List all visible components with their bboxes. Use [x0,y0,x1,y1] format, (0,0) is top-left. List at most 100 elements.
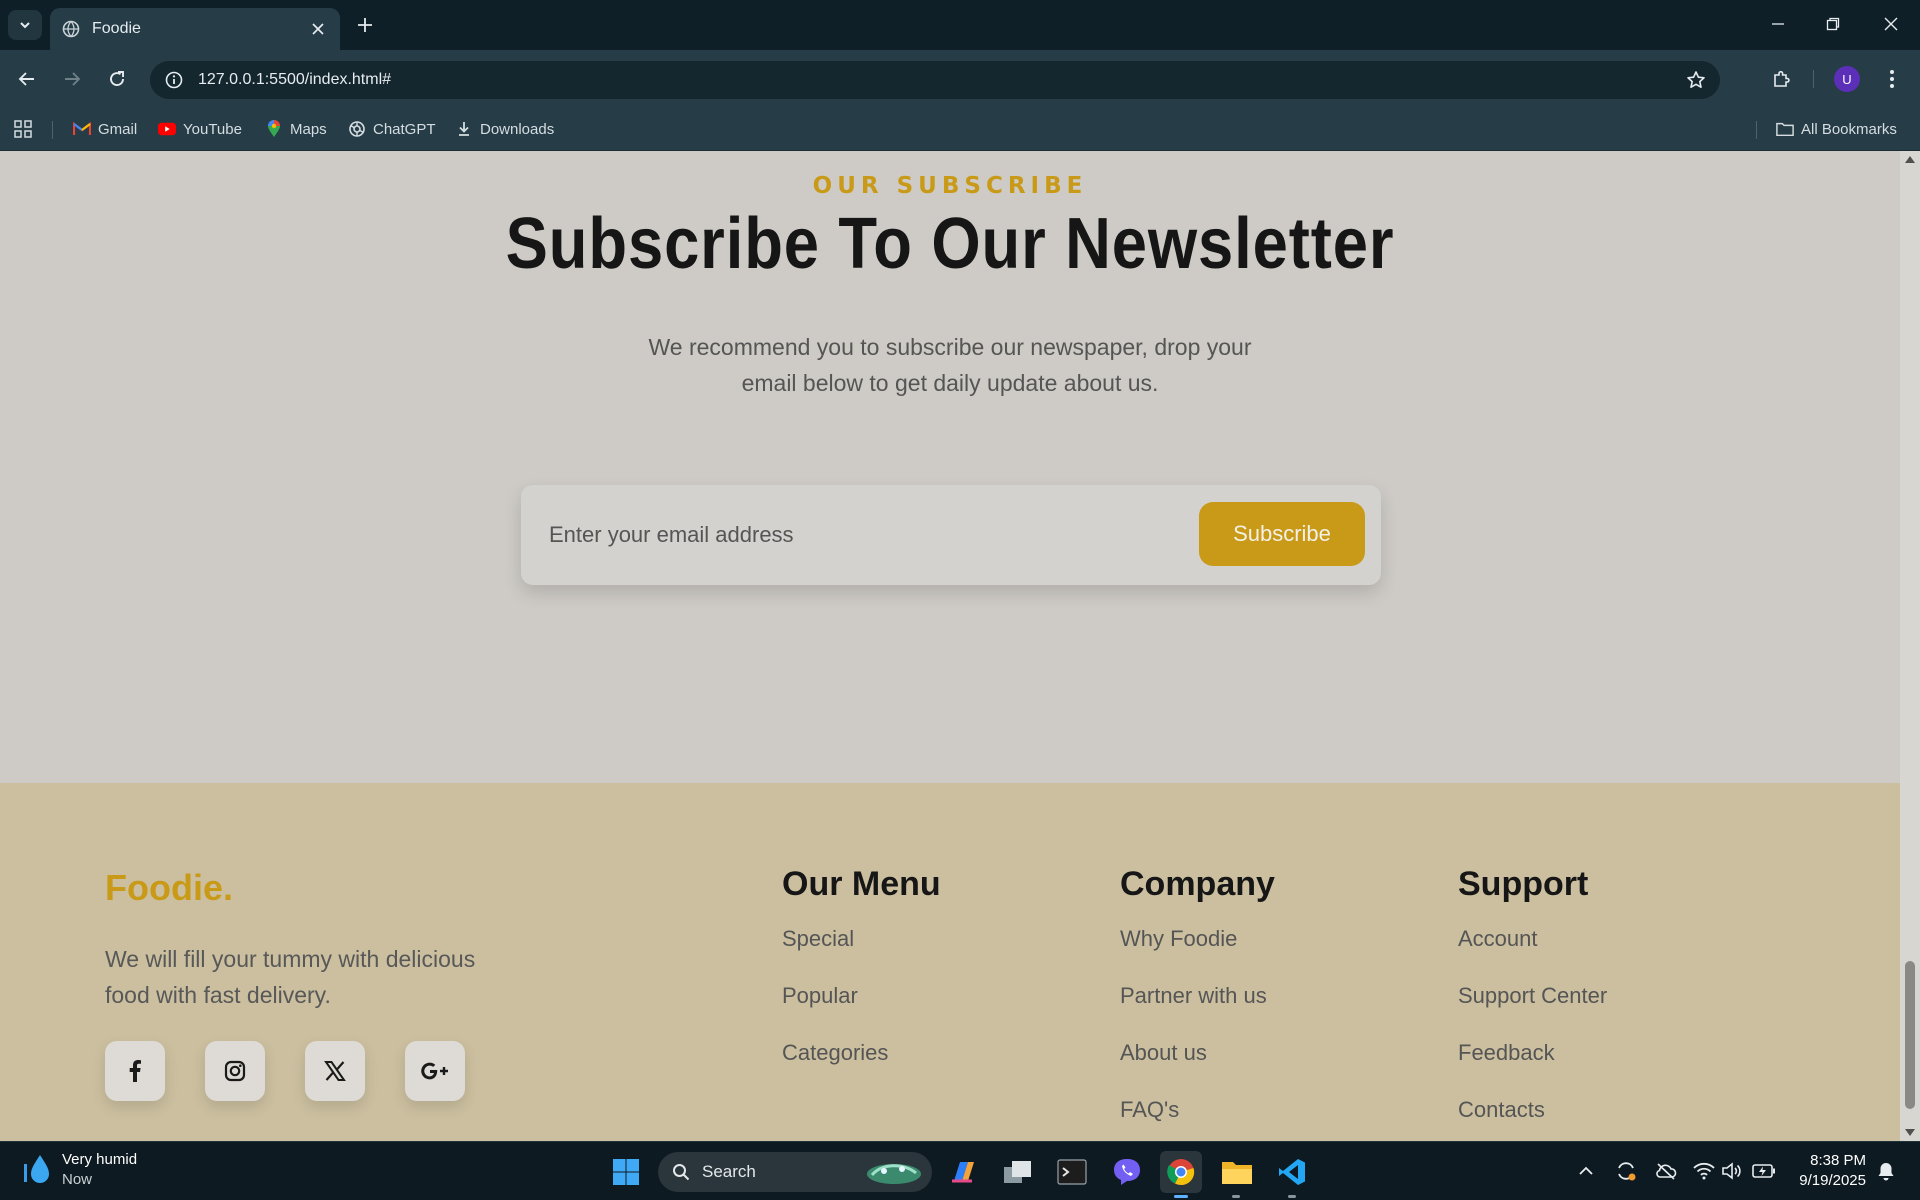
weather-title: Very humid [62,1151,138,1168]
close-tab-icon[interactable] [308,19,328,39]
forward-button[interactable] [56,63,88,95]
wifi-tray-icon[interactable] [1692,1159,1716,1183]
taskbar-clock[interactable]: 8:38 PM 9/19/2025 [1790,1151,1866,1191]
weather-widget[interactable]: Very humid Now [22,1151,137,1188]
scrollbar-thumb[interactable] [1905,961,1915,1109]
more-vertical-icon [1890,70,1894,88]
bookmark-maps[interactable]: Maps [265,116,327,142]
toolbar-divider [1813,70,1814,88]
battery-tray-icon[interactable] [1752,1159,1776,1183]
viber-app-button[interactable] [1106,1151,1148,1193]
chrome-app-button[interactable] [1160,1151,1202,1193]
extensions-button[interactable] [1766,63,1798,95]
bookmark-downloads[interactable]: Downloads [455,116,554,142]
instagram-link[interactable] [205,1041,265,1101]
google-plus-link[interactable] [405,1041,465,1101]
footer-column-support: Support Account Support Center Feedback … [1458,865,1607,1141]
footer-link[interactable]: Special [782,926,941,983]
footer-link[interactable]: Account [1458,926,1607,983]
newsletter-description: We recommend you to subscribe our newspa… [648,334,1252,396]
page-viewport: OUR SUBSCRIBE Subscribe To Our Newslette… [0,151,1900,1141]
notifications-button[interactable] [1874,1159,1898,1183]
footer-column-our-menu: Our Menu Special Popular Categories [782,865,941,1097]
footer-link[interactable]: Partner with us [1120,983,1275,1040]
plus-icon [358,18,372,32]
windows-logo-icon [613,1159,639,1185]
apps-button[interactable] [14,116,32,142]
task-view-button[interactable] [997,1151,1039,1193]
footer-link[interactable]: Categories [782,1040,941,1097]
restore-icon [1826,17,1840,31]
cloud-offline-icon [1656,1163,1677,1180]
weather-subtitle: Now [62,1171,93,1188]
instagram-icon [224,1060,246,1082]
bookmark-gmail[interactable]: Gmail [73,116,137,142]
reload-icon [110,71,124,86]
newsletter-section: OUR SUBSCRIBE Subscribe To Our Newslette… [0,151,1900,783]
facebook-link[interactable] [105,1041,165,1101]
footer-column-title: Company [1120,865,1275,903]
search-label: Search [702,1162,756,1181]
scroll-up-arrow-icon[interactable] [1905,156,1915,163]
bookmark-label: Maps [290,120,327,138]
clock-date: 9/19/2025 [1799,1172,1866,1189]
footer-link[interactable]: Popular [782,983,941,1040]
globe-icon [62,20,80,38]
file-explorer-app-button[interactable] [1216,1151,1258,1193]
terminal-app-button[interactable] [1051,1151,1093,1193]
vscode-running-indicator [1288,1195,1296,1198]
address-bar[interactable]: 127.0.0.1:5500/index.html# [150,61,1720,99]
tab-search-button[interactable] [8,10,42,40]
water-drop-icon [24,1154,49,1183]
youtube-icon [158,120,176,138]
viber-icon [1114,1159,1140,1185]
footer-link[interactable]: Contacts [1458,1097,1607,1141]
section-eyebrow: OUR SUBSCRIBE [812,173,1088,199]
footer-link[interactable]: FAQ's [1120,1097,1275,1141]
show-hidden-icons-button[interactable] [1574,1159,1598,1183]
scroll-down-arrow-icon[interactable] [1905,1129,1915,1136]
sync-tray-icon[interactable] [1614,1159,1638,1183]
page-scrollbar[interactable] [1900,151,1920,1141]
footer-link[interactable]: Feedback [1458,1040,1607,1097]
browser-tab-foodie[interactable]: Foodie [50,8,340,50]
minimize-button[interactable] [1755,8,1801,40]
onedrive-tray-icon[interactable] [1654,1159,1678,1183]
bookmark-label: YouTube [183,120,242,138]
bookmark-youtube[interactable]: YouTube [158,116,242,142]
email-input[interactable] [549,513,1149,557]
start-button[interactable] [605,1151,647,1193]
close-window-button[interactable] [1868,8,1914,40]
url-text: 127.0.0.1:5500/index.html# [198,71,392,88]
footer-column-title: Support [1458,865,1589,903]
newsletter-form: Subscribe [521,485,1381,585]
footer-column-title: Our Menu [782,865,941,903]
reload-button[interactable] [101,63,133,95]
restore-button[interactable] [1810,8,1856,40]
copilot-app-button[interactable] [942,1151,984,1193]
footer-link[interactable]: Support Center [1458,983,1607,1040]
bookmark-star-icon[interactable] [1686,70,1706,90]
browser-menu-button[interactable] [1876,63,1908,95]
footer-link[interactable]: Why Foodie [1120,926,1275,983]
back-button[interactable] [11,63,43,95]
google-plus-icon [421,1062,448,1080]
vscode-app-button[interactable] [1271,1151,1313,1193]
site-info-icon[interactable] [154,61,194,99]
x-twitter-link[interactable] [305,1041,365,1101]
taskbar-search[interactable]: Search [658,1152,932,1192]
all-bookmarks-button[interactable]: All Bookmarks [1776,116,1897,142]
terminal-icon [1057,1159,1087,1185]
bookmark-chatgpt[interactable]: ChatGPT [348,116,436,142]
task-view-icon [1004,1161,1031,1183]
footer-brand-logo[interactable]: Foodie. [105,867,233,909]
wifi-icon [1693,1162,1715,1180]
facebook-icon [129,1060,141,1082]
volume-tray-icon[interactable] [1720,1159,1744,1183]
browser-titlebar: Foodie [0,0,1920,50]
subscribe-button[interactable]: Subscribe [1199,502,1365,566]
profile-avatar[interactable]: U [1834,66,1860,92]
new-tab-button[interactable] [352,12,378,38]
search-icon [673,1164,690,1181]
footer-link[interactable]: About us [1120,1040,1275,1097]
